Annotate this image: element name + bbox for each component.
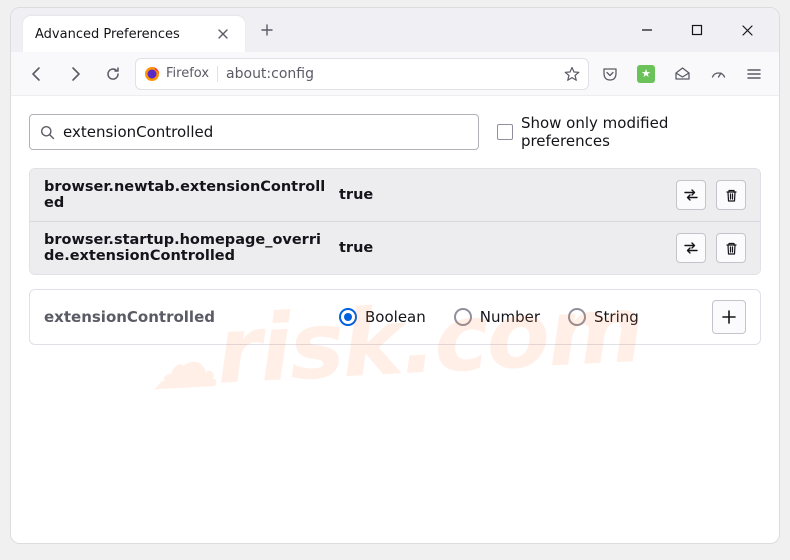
preference-actions xyxy=(676,233,746,263)
urlbar-identity-label: Firefox xyxy=(166,66,209,81)
bookmark-star-icon[interactable] xyxy=(564,66,580,82)
reload-button[interactable] xyxy=(97,58,129,90)
preference-value: true xyxy=(339,187,676,203)
extension-star-icon: ★ xyxy=(641,67,651,80)
new-preference-name: extensionControlled xyxy=(44,308,339,326)
new-preference-row: extensionControlled Boolean Number Strin… xyxy=(29,289,761,345)
url-bar[interactable]: Firefox xyxy=(135,58,589,90)
radio-boolean[interactable]: Boolean xyxy=(339,308,426,326)
search-icon xyxy=(40,125,55,140)
add-preference-button[interactable] xyxy=(712,300,746,334)
browser-tab[interactable]: Advanced Preferences xyxy=(23,16,245,52)
preference-row[interactable]: browser.startup.homepage_override.extens… xyxy=(30,221,760,274)
preference-row[interactable]: browser.newtab.extensionControlled true xyxy=(30,169,760,221)
tab-close-button[interactable] xyxy=(213,24,233,44)
delete-button[interactable] xyxy=(716,180,746,210)
close-button[interactable] xyxy=(733,16,761,44)
search-box[interactable] xyxy=(29,114,479,150)
preference-actions xyxy=(676,180,746,210)
preference-value: true xyxy=(339,240,676,256)
radio-label: String xyxy=(594,308,639,326)
maximize-button[interactable] xyxy=(683,16,711,44)
back-button[interactable] xyxy=(21,58,53,90)
radio-icon xyxy=(339,308,357,326)
firefox-logo-icon xyxy=(144,66,160,82)
radio-string[interactable]: String xyxy=(568,308,639,326)
minimize-button[interactable] xyxy=(633,16,661,44)
urlbar-identity[interactable]: Firefox xyxy=(144,66,218,82)
radio-icon xyxy=(568,308,586,326)
new-tab-button[interactable] xyxy=(253,16,281,44)
search-row: Show only modified preferences xyxy=(29,114,761,150)
about-config-content: Show only modified preferences browser.n… xyxy=(11,96,779,543)
toggle-button[interactable] xyxy=(676,180,706,210)
preference-list: browser.newtab.extensionControlled true … xyxy=(29,168,761,275)
dashboard-icon[interactable] xyxy=(703,59,733,89)
toggle-button[interactable] xyxy=(676,233,706,263)
pocket-icon[interactable] xyxy=(595,59,625,89)
tab-title: Advanced Preferences xyxy=(35,27,213,42)
titlebar: Advanced Preferences xyxy=(11,8,779,52)
window-controls xyxy=(633,16,771,44)
checkbox-label: Show only modified preferences xyxy=(521,114,761,150)
type-radio-group: Boolean Number String xyxy=(339,308,712,326)
preference-name: browser.newtab.extensionControlled xyxy=(44,179,339,211)
radio-number[interactable]: Number xyxy=(454,308,540,326)
radio-icon xyxy=(454,308,472,326)
delete-button[interactable] xyxy=(716,233,746,263)
preference-name: browser.startup.homepage_override.extens… xyxy=(44,232,339,264)
menu-button[interactable] xyxy=(739,59,769,89)
radio-label: Boolean xyxy=(365,308,426,326)
toolbar: Firefox ★ xyxy=(11,52,779,96)
extension-icon[interactable]: ★ xyxy=(631,59,661,89)
show-modified-checkbox[interactable]: Show only modified preferences xyxy=(497,114,761,150)
mailbox-icon[interactable] xyxy=(667,59,697,89)
browser-window: Advanced Preferences xyxy=(10,7,780,544)
url-input[interactable] xyxy=(226,66,556,82)
search-input[interactable] xyxy=(63,123,468,141)
checkbox-box xyxy=(497,124,513,140)
forward-button[interactable] xyxy=(59,58,91,90)
radio-label: Number xyxy=(480,308,540,326)
